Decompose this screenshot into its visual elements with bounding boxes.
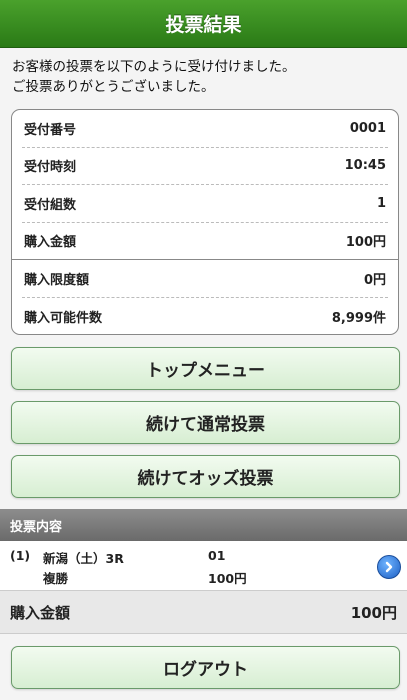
receipt-label: 購入可能件数 [24,310,103,326]
receipt-value: 0001 [349,120,386,136]
vote-item-amount: 100円 [208,571,247,586]
continue-normal-vote-button[interactable]: 続けて通常投票 [11,401,400,444]
receipt-value: 0円 [363,272,386,288]
vote-contents-title: 投票内容 [10,519,63,535]
vote-item[interactable]: (1) 新潟（土）3R 複勝 01 100円 [0,541,407,591]
receipt-value: 8,999件 [331,310,386,326]
confirmation-line-1: お客様の投票を以下のように受け付けました。 [12,59,296,75]
page-title: 投票結果 [165,14,242,36]
receipt-label: 受付時刻 [24,160,77,176]
receipt-row: 受付組数 1 [22,185,388,223]
page-header: 投票結果 [0,0,407,48]
receipt-row: 購入可能件数 8,999件 [22,298,388,336]
receipt-row: 購入金額 100円 [12,223,398,260]
top-menu-button[interactable]: トップメニュー [11,347,400,390]
receipt-label: 受付番号 [24,122,77,138]
confirmation-line-2: ご投票ありがとうございました。 [12,79,215,95]
vote-item-race: 新潟（土）3R [43,551,124,566]
purchase-total: 購入金額 100円 [0,591,407,634]
vote-contents-header: 投票内容 [0,509,407,541]
chevron-right-icon [385,561,393,573]
logout-button[interactable]: ログアウト [11,646,400,689]
receipt-label: 購入金額 [24,235,77,251]
chevron-right-circle-icon[interactable] [377,555,401,579]
receipt-row: 受付番号 0001 [22,110,388,148]
receipt-summary: 受付番号 0001 受付時刻 10:45 受付組数 1 購入金額 100円 購入… [11,109,399,335]
receipt-label: 購入限度額 [24,272,90,288]
receipt-value: 100円 [345,235,386,251]
purchase-total-value: 100円 [350,603,397,622]
receipt-row: 受付時刻 10:45 [22,148,388,185]
vote-item-index: (1) [10,548,31,563]
vote-item-bet-type: 複勝 [43,571,69,586]
vote-item-combination: 01 [208,548,226,563]
receipt-value: 10:45 [344,158,386,174]
receipt-row: 購入限度額 0円 [22,260,388,298]
continue-odds-vote-button[interactable]: 続けてオッズ投票 [11,455,400,498]
purchase-total-label: 購入金額 [10,603,71,622]
receipt-label: 受付組数 [24,197,77,213]
receipt-value: 1 [376,195,386,211]
